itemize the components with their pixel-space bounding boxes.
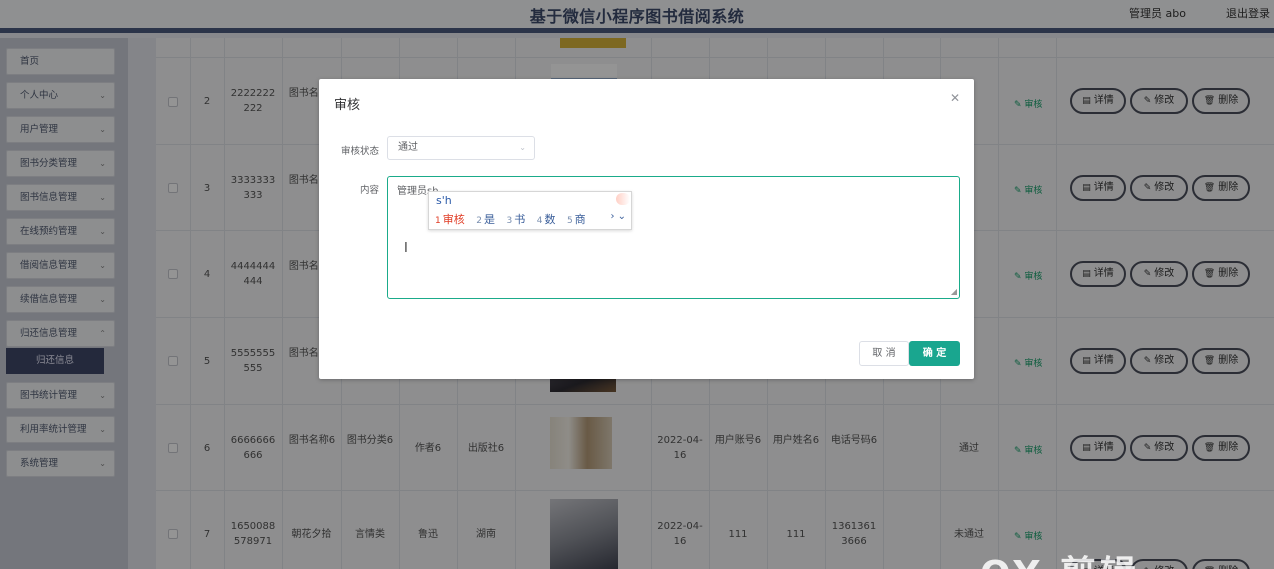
ime-candidates: 1 审核 2是 3书 4数 5商: [435, 211, 594, 227]
ime-pinyin: s'h: [436, 194, 452, 207]
ime-logo-icon: [616, 193, 630, 205]
text-cursor-icon: I: [404, 241, 408, 256]
ime-candidate[interactable]: 2是: [476, 211, 495, 227]
status-select[interactable]: 通过 ⌄: [387, 136, 535, 160]
content-label: 内容: [359, 185, 379, 196]
status-label: 审核状态: [340, 146, 379, 157]
confirm-button[interactable]: 确 定: [909, 341, 960, 366]
video-watermark: OY 剪辑: [980, 545, 1140, 569]
ime-candidate[interactable]: 5商: [567, 211, 586, 227]
ime-candidate[interactable]: 4数: [537, 211, 556, 227]
cancel-button[interactable]: 取 消: [859, 341, 909, 366]
chevron-down-icon: ⌄: [519, 143, 526, 152]
status-select-value: 通过: [398, 142, 418, 153]
ime-candidate[interactable]: 1 审核: [435, 211, 465, 227]
dialog-title: 审核: [334, 98, 361, 113]
audit-dialog: 审核 ✕ 审核状态 通过 ⌄ 内容 管理员sh ◢ I 取 消 确 定: [319, 79, 974, 379]
resize-handle-icon[interactable]: ◢: [951, 287, 957, 296]
close-icon[interactable]: ✕: [950, 91, 960, 105]
ime-candidate-window: s'h 1 审核 2是 3书 4数 5商 › ⌄: [428, 191, 632, 230]
ime-candidate[interactable]: 3书: [506, 211, 525, 227]
ime-next-page-icon[interactable]: › ⌄: [610, 211, 626, 222]
